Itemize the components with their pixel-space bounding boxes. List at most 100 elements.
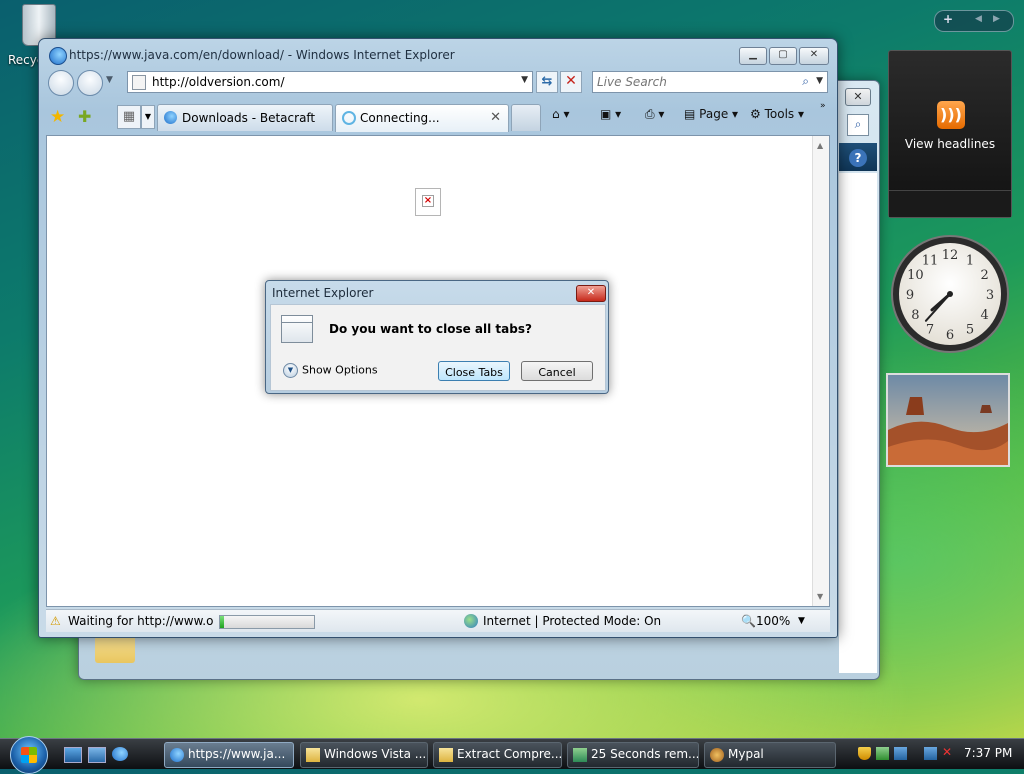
svg-text:12: 12 xyxy=(942,248,959,263)
search-icon[interactable]: ⌕ xyxy=(802,74,809,89)
refresh-button[interactable]: ⇆ xyxy=(536,71,558,93)
svg-text:7: 7 xyxy=(926,323,934,338)
svg-text:1: 1 xyxy=(966,253,974,268)
tab-connecting[interactable]: Connecting... ✕ xyxy=(335,104,509,132)
folder-icon xyxy=(306,748,320,762)
svg-text:3: 3 xyxy=(986,288,994,303)
window-title: https://www.java.com/en/download/ - Wind… xyxy=(69,48,455,62)
clock-gadget[interactable]: 1 2 3 4 5 6 7 8 9 10 11 12 xyxy=(890,232,1010,356)
dialog-body: Do you want to close all tabs? ▼ Show Opt… xyxy=(270,304,606,391)
home-button[interactable]: ⌂ ▾ xyxy=(552,107,569,121)
zoom-chevron-down-icon[interactable]: ▼ xyxy=(798,616,805,626)
system-tray: ✕ 7:37 PM xyxy=(854,742,1024,766)
rss-icon: ))) xyxy=(937,101,965,129)
cancel-button[interactable]: Cancel xyxy=(521,361,593,381)
warning-icon: ⚠ xyxy=(50,614,61,628)
ie-page-icon xyxy=(164,111,177,124)
svg-text:5: 5 xyxy=(966,323,974,338)
taskbar-item-windows-vista[interactable]: Windows Vista ... xyxy=(300,742,428,768)
taskbar-clock[interactable]: 7:37 PM xyxy=(964,746,1012,760)
page-menu-button[interactable]: ▤ Page ▾ xyxy=(684,107,738,121)
scroll-down-arrow-icon[interactable]: ▼ xyxy=(817,592,823,601)
vertical-scrollbar[interactable]: ▲ ▼ xyxy=(812,136,829,606)
taskbar-item-label: Windows Vista ... xyxy=(324,747,427,761)
analog-clock-icon: 1234567891011 12 xyxy=(891,235,1009,353)
close-tabs-dialog[interactable]: Internet Explorer ✕ Do you want to close… xyxy=(265,280,609,394)
dialog-title: Internet Explorer xyxy=(272,286,374,300)
show-desktop-icon[interactable] xyxy=(64,747,82,763)
gear-icon: ⚙ xyxy=(750,107,761,121)
security-zone-text[interactable]: Internet | Protected Mode: On xyxy=(483,614,661,628)
feeds-button[interactable]: ▣ ▾ xyxy=(600,107,621,121)
network-icon[interactable] xyxy=(876,747,889,760)
svg-text:8: 8 xyxy=(911,308,919,323)
close-tab-icon[interactable]: ✕ xyxy=(490,110,501,125)
quick-tabs-button[interactable]: ▦ xyxy=(117,105,141,129)
close-window-button[interactable]: ✕ xyxy=(799,47,829,65)
tab-row: ★ ✚ ▦ ▼ Downloads - Betacraft Connecting… xyxy=(44,101,830,132)
svg-text:9: 9 xyxy=(906,288,914,303)
search-input[interactable] xyxy=(595,73,789,91)
volume-muted-icon[interactable]: ✕ xyxy=(942,745,952,759)
status-bar: ⚠ Waiting for http://www.oldversion.com/… xyxy=(46,609,830,632)
address-dropdown-chevron-down-icon[interactable]: ▼ xyxy=(521,75,528,85)
tab-downloads-betacraft[interactable]: Downloads - Betacraft xyxy=(157,104,333,131)
more-commands-chevron-icon[interactable]: » xyxy=(820,101,826,111)
svg-text:6: 6 xyxy=(946,328,954,343)
show-options-toggle[interactable]: ▼ Show Options xyxy=(283,363,378,378)
taskbar-item-mypal[interactable]: Mypal xyxy=(704,742,836,768)
tools-menu-button[interactable]: ⚙ Tools ▾ xyxy=(750,107,804,121)
close-tabs-button[interactable]: Close Tabs xyxy=(438,361,510,381)
ie-logo-icon xyxy=(49,47,67,65)
back-window-content xyxy=(839,173,877,673)
security-shield-icon[interactable] xyxy=(858,747,871,760)
add-gadget-icon[interactable]: + xyxy=(943,12,953,26)
search-options-chevron-down-icon[interactable]: ▼ xyxy=(816,76,823,86)
tabs-window-icon xyxy=(281,315,313,343)
taskbar: https://www.ja... Windows Vista ... Extr… xyxy=(0,736,1024,774)
ie-quicklaunch-icon[interactable] xyxy=(112,747,128,761)
switch-windows-icon[interactable] xyxy=(88,747,106,763)
tools-menu-label: Tools xyxy=(764,107,795,121)
svg-text:2: 2 xyxy=(980,268,988,283)
scroll-up-arrow-icon[interactable]: ▲ xyxy=(817,141,823,150)
add-favorites-icon[interactable]: ✚ xyxy=(78,107,91,126)
copy-progress-icon xyxy=(573,748,587,762)
app-tray-icon[interactable] xyxy=(894,747,907,760)
tab-label: Connecting... xyxy=(360,111,440,125)
tab-list-button[interactable]: ▼ xyxy=(141,105,155,129)
zoom-value: 100% xyxy=(755,614,791,628)
view-headlines-label: View headlines xyxy=(904,137,996,151)
address-value: http://oldversion.com/ xyxy=(152,75,285,89)
help-icon[interactable]: ? xyxy=(849,149,867,167)
loading-icon xyxy=(342,111,356,125)
print-button[interactable]: ⎙ ▾ xyxy=(645,107,664,122)
slideshow-gadget[interactable] xyxy=(886,373,1010,467)
taskbar-item-label: 25 Seconds rem... xyxy=(591,747,699,761)
taskbar-item-ie[interactable]: https://www.ja... xyxy=(164,742,294,768)
address-bar[interactable]: http://oldversion.com/ ▼ xyxy=(127,71,533,93)
back-window-close-button[interactable]: ✕ xyxy=(845,88,871,106)
start-button[interactable] xyxy=(10,736,48,774)
stop-button[interactable]: ✕ xyxy=(560,71,582,93)
feed-headlines-gadget[interactable]: ))) View headlines xyxy=(888,50,1012,218)
taskbar-item-label: Extract Compre... xyxy=(457,747,562,761)
previous-page-icon[interactable]: ◀ xyxy=(975,14,982,24)
forward-button[interactable] xyxy=(77,70,103,96)
back-window-search-icon[interactable]: ⌕ xyxy=(847,114,869,136)
monitor-icon[interactable] xyxy=(924,747,937,760)
favorites-star-icon[interactable]: ★ xyxy=(50,107,65,127)
page-menu-label: Page xyxy=(699,107,729,121)
maximize-button[interactable]: ▢ xyxy=(769,47,797,65)
new-tab-button[interactable] xyxy=(511,104,541,131)
loading-progress-bar xyxy=(219,615,315,629)
minimize-button[interactable]: ▁ xyxy=(739,47,767,65)
taskbar-item-copy-progress[interactable]: 25 Seconds rem... xyxy=(567,742,699,768)
next-page-icon[interactable]: ▶ xyxy=(993,14,1000,24)
dialog-close-button[interactable]: ✕ xyxy=(576,285,606,302)
live-search-box[interactable]: ⌕ ▼ xyxy=(592,71,828,93)
recent-pages-chevron-down-icon[interactable]: ▼ xyxy=(106,75,113,85)
taskbar-item-extract[interactable]: Extract Compre... xyxy=(433,742,562,768)
back-button[interactable] xyxy=(48,70,74,96)
zoom-level[interactable]: 🔍100% xyxy=(741,614,790,628)
